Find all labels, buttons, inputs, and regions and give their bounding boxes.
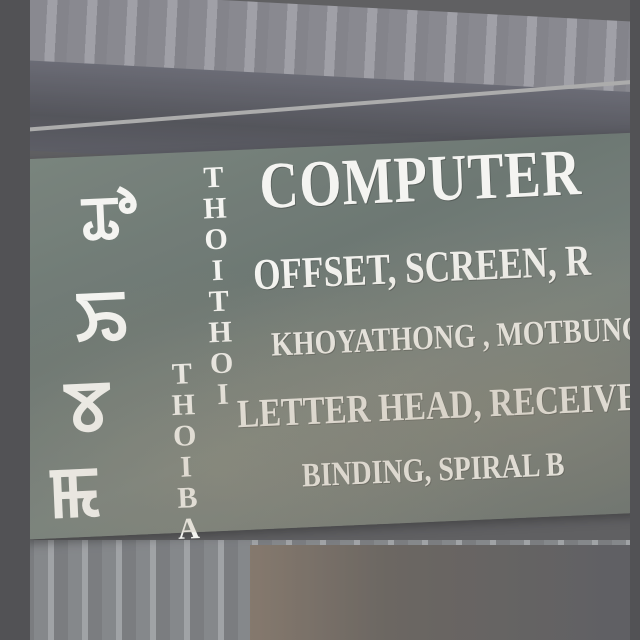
sign-title: COMPUTER bbox=[257, 136, 583, 224]
right-frame-edge bbox=[630, 0, 640, 640]
photo-scene: ꯊꯣ ꯢ ꯕ ꯃ THOITHOI THOIBA COMPUTER OFFSET… bbox=[0, 0, 640, 640]
sign-line-4: BINDING, SPIRAL B bbox=[301, 446, 566, 495]
left-frame-edge bbox=[0, 0, 30, 640]
vertical-text-1: THOITHOI bbox=[196, 160, 241, 410]
shop-signboard: ꯊꯣ ꯢ ꯕ ꯃ THOITHOI THOIBA COMPUTER OFFSET… bbox=[8, 131, 640, 544]
sign-line-2: KHOYATHONG , MOTBUNG bbox=[270, 310, 640, 364]
sign-line-1: OFFSET, SCREEN, R bbox=[252, 235, 592, 300]
sign-line-3: LETTER HEAD, RECEIVED, IN bbox=[236, 370, 640, 437]
vertical-text-2-label: THOIBA bbox=[164, 356, 206, 545]
vertical-text-2: THOIBA bbox=[164, 356, 206, 545]
vertical-text-1-label: THOITHOI bbox=[196, 160, 241, 410]
script-glyph-2: ꯢ bbox=[73, 274, 129, 359]
script-glyph-3: ꯕ bbox=[62, 364, 113, 449]
wooden-wall bbox=[250, 545, 640, 640]
script-glyph-4: ꯃ bbox=[45, 450, 102, 535]
script-glyph-1: ꯊꯣ bbox=[79, 182, 139, 255]
